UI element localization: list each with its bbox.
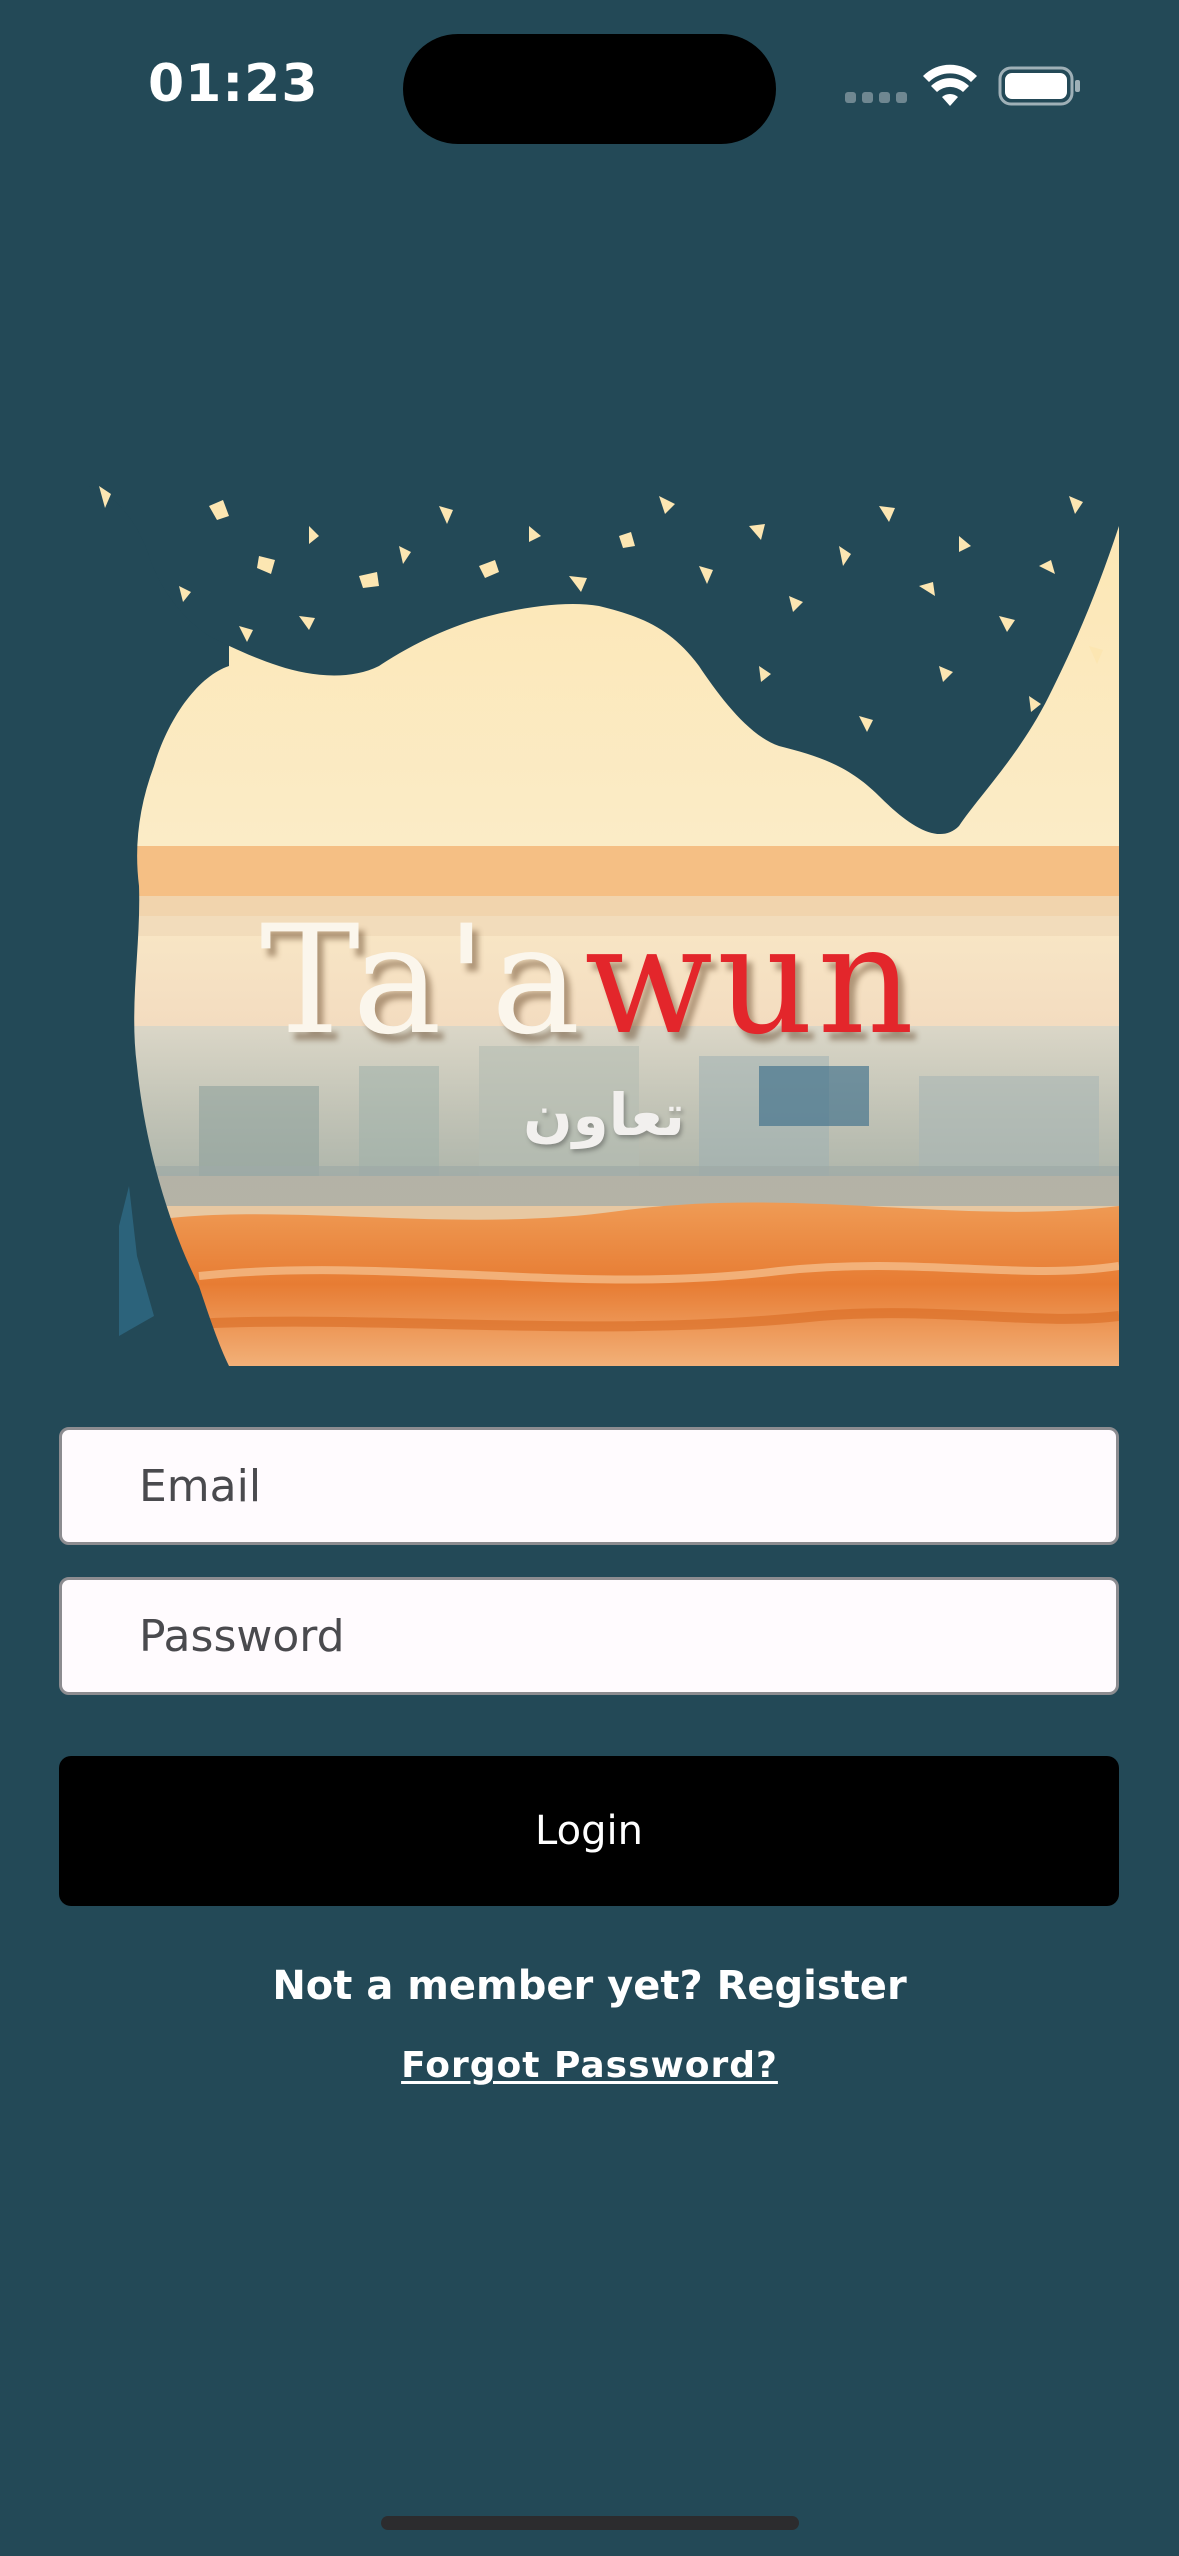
- logo-title-part-red: wun: [584, 894, 919, 1068]
- password-input[interactable]: [62, 1580, 1116, 1692]
- password-field[interactable]: [59, 1577, 1119, 1695]
- email-field[interactable]: [59, 1427, 1119, 1545]
- app-logo-title: Ta'awun: [59, 906, 1119, 1056]
- login-button[interactable]: Login: [59, 1756, 1119, 1906]
- status-time: 01:23: [148, 54, 319, 114]
- battery-icon: [998, 66, 1080, 106]
- email-input[interactable]: [62, 1430, 1116, 1542]
- app-logo-arabic: تعاون: [523, 1081, 685, 1149]
- dynamic-island: [403, 34, 776, 144]
- wifi-icon: [923, 64, 977, 106]
- home-indicator[interactable]: [381, 2516, 799, 2530]
- logo-title-part-light: Ta'a: [259, 894, 585, 1068]
- register-link[interactable]: Not a member yet? Register: [0, 1963, 1179, 2009]
- signal-dots-icon: [845, 92, 907, 103]
- hero-image: Ta'awun تعاون: [59, 466, 1119, 1366]
- forgot-password-link[interactable]: Forgot Password?: [0, 2045, 1179, 2086]
- status-bar: 01:23: [0, 0, 1179, 170]
